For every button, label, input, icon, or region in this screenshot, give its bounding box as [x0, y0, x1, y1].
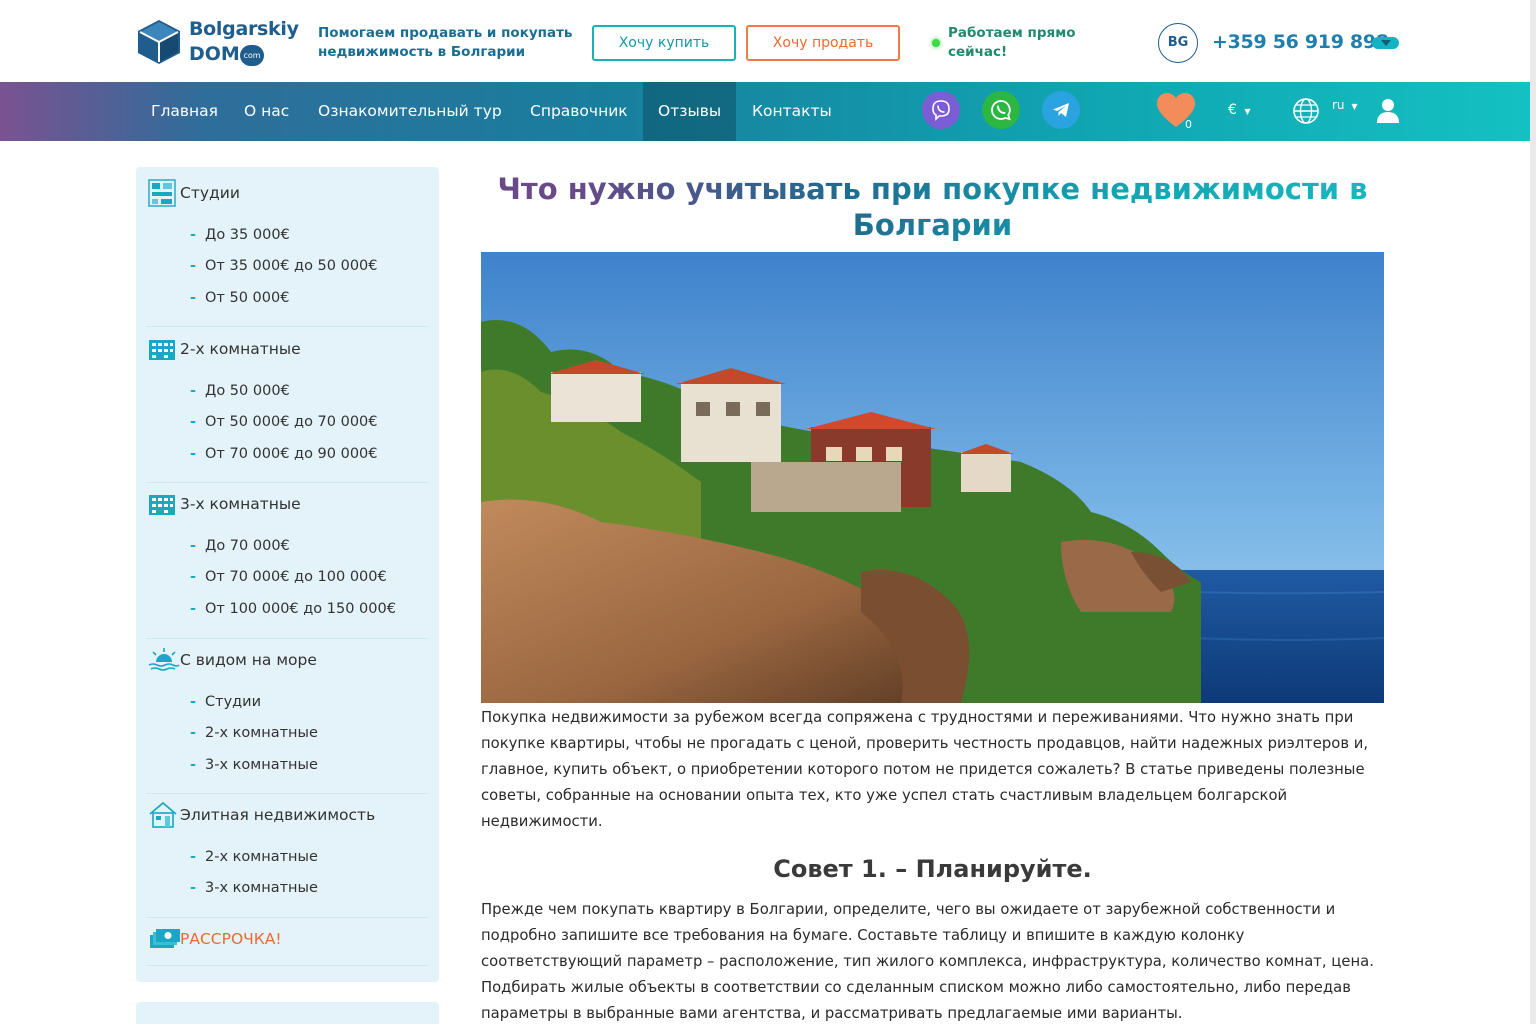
currency-selector[interactable]: € ▼ [1228, 102, 1251, 118]
sidebar-divider [146, 482, 429, 483]
country-badge[interactable]: BG [1158, 23, 1198, 63]
online-status-dot [932, 39, 940, 47]
nav-item-contacts[interactable]: Контакты [737, 82, 847, 141]
house-icon [149, 801, 177, 828]
category-studios: Студии До 35 000€ От 35 000€ до 50 000€ … [148, 179, 428, 314]
sea-sunset-icon [148, 648, 180, 671]
nav-item-about[interactable]: О нас [229, 82, 304, 141]
sidebar-secondary-panel [136, 1002, 439, 1024]
category-header[interactable]: Элитная недвижимость [148, 801, 428, 831]
category-header[interactable]: 3-х комнатные [148, 490, 428, 520]
filter-label: 3-х комнатные [205, 880, 318, 897]
site-logo[interactable]: Bolgarskiy DOM com [136, 18, 299, 66]
chevron-down-icon: ▼ [1244, 107, 1251, 116]
category-title: 2-х комнатные [180, 340, 301, 358]
sidebar-divider [146, 793, 429, 794]
filter-label: До 70 000€ [205, 538, 290, 554]
user-account-icon[interactable] [1374, 96, 1402, 128]
filter-label: До 50 000€ [205, 383, 290, 399]
category-three-room: 3-х комнатные До 70 000€ От 70 000€ до 1… [148, 490, 428, 625]
filter-label: От 100 000€ до 150 000€ [205, 600, 396, 617]
filter-label: Студии [205, 694, 262, 710]
viber-icon[interactable] [922, 91, 960, 129]
nav-item-reviews[interactable]: Отзывы [643, 82, 737, 141]
filter-link[interactable]: 3-х комнатные [148, 750, 428, 781]
working-status-text: Работаем прямо сейчас! [948, 25, 1076, 60]
category-two-room: 2-х комнатные До 50 000€ От 50 000€ до 7… [148, 335, 428, 470]
article-intro-paragraph: Покупка недвижимости за рубежом всегда с… [481, 709, 1369, 830]
category-sea-view: С видом на море Студии 2-х комнатные 3-х… [148, 646, 428, 781]
nav-item-tour[interactable]: Ознакомительный тур [303, 82, 517, 141]
filter-label: От 50 000€ до 70 000€ [205, 414, 378, 431]
filter-label: До 35 000€ [205, 227, 290, 243]
article-hero-image [481, 252, 1384, 703]
apartment-building-icon [149, 340, 175, 360]
category-elite: Элитная недвижимость 2-х комнатные 3-х к… [148, 801, 428, 905]
sidebar-divider [146, 326, 429, 327]
filter-label: 2-х комнатные [205, 849, 318, 865]
nav-item-home[interactable]: Главная [136, 82, 233, 141]
studio-apartment-icon [148, 179, 176, 207]
top-header: Bolgarskiy DOM com Помогаем продавать и … [0, 0, 1536, 82]
filter-label: От 70 000€ до 90 000€ [205, 445, 378, 462]
filter-link[interactable]: До 35 000€ [148, 220, 428, 251]
category-header[interactable]: РАССРОЧКА! [148, 925, 428, 955]
category-installments: РАССРОЧКА! [148, 925, 428, 955]
category-title: С видом на море [180, 651, 317, 669]
filter-link[interactable]: От 50 000€ до 70 000€ [148, 407, 428, 438]
category-header[interactable]: Студии [148, 179, 428, 209]
phone-dropdown-toggle[interactable] [1372, 37, 1399, 49]
sidebar-divider [146, 638, 429, 639]
whatsapp-icon[interactable] [982, 91, 1020, 129]
filter-label: 3-х комнатные [205, 756, 318, 773]
nav-item-guide[interactable]: Справочник [515, 82, 643, 141]
chevron-down-icon: ▼ [1351, 102, 1358, 111]
tip-1-heading: Совет 1. – Планируйте. [773, 855, 1092, 883]
category-header[interactable]: С видом на море [148, 646, 428, 676]
money-stack-icon [150, 929, 180, 948]
want-to-sell-button[interactable]: Хочу продать [746, 25, 900, 61]
filter-label: От 70 000€ до 100 000€ [205, 569, 387, 586]
property-sidebar: Студии До 35 000€ От 35 000€ до 50 000€ … [136, 167, 439, 982]
logo-text-bottom: DOM [189, 43, 240, 65]
category-title: РАССРОЧКА! [180, 930, 282, 948]
filter-link[interactable]: От 70 000€ до 90 000€ [148, 439, 428, 470]
category-title: 3-х комнатные [180, 495, 301, 513]
filter-link[interactable]: До 50 000€ [148, 376, 428, 407]
filter-link[interactable]: От 50 000€ [148, 283, 428, 314]
page-scrollbar[interactable] [1530, 0, 1536, 1024]
filter-link[interactable]: От 70 000€ до 100 000€ [148, 562, 428, 593]
logo-com-badge: com [240, 45, 264, 66]
phone-number-link[interactable]: +359 56 919 898 [1212, 31, 1389, 53]
apartment-building-icon [149, 495, 175, 515]
category-title: Элитная недвижимость [180, 806, 376, 824]
header-tagline: Помогаем продавать и покупать недвижимос… [318, 25, 573, 60]
currency-value: € [1228, 102, 1237, 118]
filter-label: 2-х комнатные [205, 725, 318, 742]
language-value: ru [1332, 98, 1345, 112]
favorites-count: 0 [1185, 118, 1192, 131]
filter-link[interactable]: Студии [148, 687, 428, 718]
category-title: Студии [180, 184, 240, 202]
category-header[interactable]: 2-х комнатные [148, 335, 428, 365]
sidebar-divider [146, 965, 429, 966]
filter-link[interactable]: 2-х комнатные [148, 718, 428, 749]
tip-1-paragraph: Прежде чем покупать квартиру в Болгарии,… [481, 901, 1374, 1022]
filter-link[interactable]: 2-х комнатные [148, 842, 428, 873]
globe-icon[interactable] [1292, 97, 1320, 129]
filter-label: От 35 000€ до 50 000€ [205, 258, 378, 275]
logo-cube-icon [138, 20, 180, 64]
filter-link[interactable]: От 100 000€ до 150 000€ [148, 594, 428, 625]
article-title: Что нужно учитывать при покупке недвижим… [481, 171, 1384, 243]
logo-text-top: Bolgarskiy [189, 18, 299, 40]
filter-link[interactable]: До 70 000€ [148, 531, 428, 562]
filter-link[interactable]: 3-х комнатные [148, 873, 428, 904]
filter-link[interactable]: От 35 000€ до 50 000€ [148, 251, 428, 282]
filter-label: От 50 000€ [205, 289, 290, 306]
telegram-icon[interactable] [1042, 91, 1080, 129]
want-to-buy-button[interactable]: Хочу купить [592, 25, 736, 61]
sidebar-divider [146, 917, 429, 918]
language-selector[interactable]: ru ▼ [1332, 98, 1358, 112]
